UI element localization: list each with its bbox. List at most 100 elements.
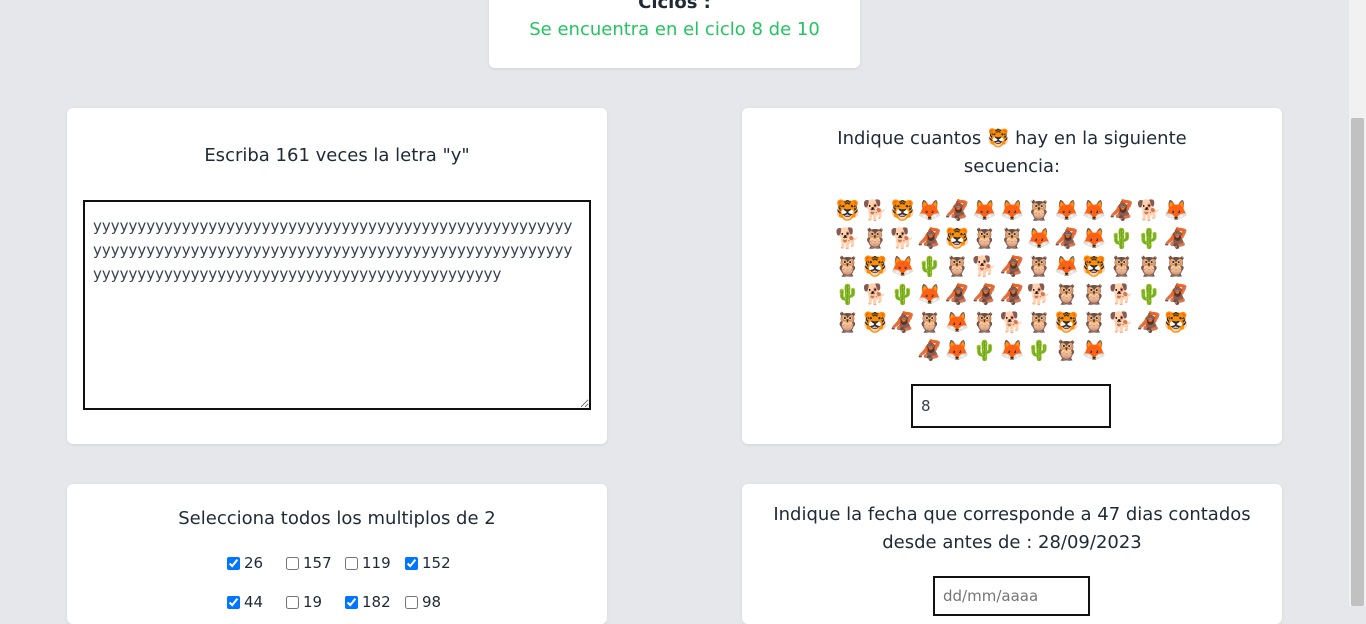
dog-icon: 🐕 <box>1136 198 1162 222</box>
orangutan-icon: 🦧 <box>972 282 998 306</box>
cycles-heading: Ciclos : <box>638 0 711 13</box>
owl-icon: 🦉 <box>999 226 1025 250</box>
multiple-option-44[interactable]: 44 <box>227 593 263 611</box>
cycle-status: Se encuentra en el ciclo 8 de 10 <box>529 19 820 40</box>
fox-icon: 🦊 <box>889 254 915 278</box>
multiple-option-182[interactable]: 182 <box>345 593 391 611</box>
dog-icon: 🐕 <box>1109 282 1134 306</box>
fox-icon: 🦊 <box>999 198 1025 222</box>
tiger-icon: 🐯 <box>1163 310 1189 334</box>
multiple-label: 19 <box>303 593 323 611</box>
tiger-icon: 🐯 <box>986 128 1010 149</box>
multiple-label: 152 <box>422 554 451 572</box>
orangutan-icon: 🦧 <box>1054 226 1080 250</box>
date-input[interactable] <box>933 576 1090 616</box>
count-task-card: Indique cuantos 🐯 hay en la siguiente se… <box>742 108 1282 444</box>
multiple-option-26[interactable]: 26 <box>227 554 263 572</box>
dog-icon: 🐕 <box>862 198 888 222</box>
owl-icon: 🦉 <box>1136 254 1162 278</box>
multiple-option-98[interactable]: 98 <box>405 593 441 611</box>
owl-icon: 🦉 <box>917 310 943 334</box>
dog-icon: 🐕 <box>1026 282 1052 306</box>
multiple-label: 44 <box>244 593 264 611</box>
fox-icon: 🦊 <box>917 198 943 222</box>
dog-icon: 🐕 <box>1109 310 1134 334</box>
dog-icon: 🐕 <box>999 310 1025 334</box>
owl-icon: 🦉 <box>1081 310 1107 334</box>
date-task-card: Indique la fecha que corresponde a 47 di… <box>742 484 1282 624</box>
multiple-checkbox[interactable] <box>227 556 240 570</box>
fox-icon: 🦊 <box>1026 226 1052 250</box>
fox-icon: 🦊 <box>917 282 943 306</box>
fox-icon: 🦊 <box>944 338 970 362</box>
multiple-option-19[interactable]: 19 <box>286 593 322 611</box>
count-title-before: Indique cuantos <box>837 128 987 149</box>
cactus-icon: 🌵 <box>1136 226 1162 250</box>
multiple-checkbox[interactable] <box>405 556 418 570</box>
multiple-option-119[interactable]: 119 <box>345 554 391 572</box>
owl-icon: 🦉 <box>1081 282 1107 306</box>
owl-icon: 🦉 <box>944 254 970 278</box>
owl-icon: 🦉 <box>972 310 998 334</box>
fox-icon: 🦊 <box>1081 198 1107 222</box>
multiple-option-152[interactable]: 152 <box>405 554 451 572</box>
dog-icon: 🐕 <box>835 226 861 250</box>
multiple-checkbox[interactable] <box>227 595 240 609</box>
page-scrollbar[interactable] <box>1349 0 1366 606</box>
multiple-checkbox[interactable] <box>345 556 358 570</box>
orangutan-icon: 🦧 <box>999 254 1025 278</box>
tiger-icon: 🐯 <box>889 198 915 222</box>
fox-icon: 🦊 <box>1081 338 1107 362</box>
cactus-icon: 🌵 <box>889 282 915 306</box>
orangutan-icon: 🦧 <box>917 226 943 250</box>
multiple-label: 119 <box>362 554 391 572</box>
tiger-icon: 🐯 <box>1081 254 1107 278</box>
dog-icon: 🐕 <box>972 254 998 278</box>
multiple-checkbox[interactable] <box>286 595 299 609</box>
multiples-task-card: Selecciona todos los multiplos de 2 26 15… <box>67 484 607 624</box>
orangutan-icon: 🦧 <box>1163 226 1189 250</box>
cactus-icon: 🌵 <box>835 282 861 306</box>
multiple-label: 182 <box>362 593 391 611</box>
fox-icon: 🦊 <box>1163 198 1189 222</box>
orangutan-icon: 🦧 <box>1163 282 1189 306</box>
orangutan-icon: 🦧 <box>1109 198 1134 222</box>
count-answer-input[interactable] <box>911 384 1111 428</box>
tiger-icon: 🐯 <box>862 254 888 278</box>
emoji-sequence: 🐯 🐕 🐯 🦊 🦧 🦊 🦊 🦉 🦊 🦊 🦧 🐕 🦊🐕 🦉 🐕 🦧 🐯 🦉 🦉 🦊 🦧 🦊 🌵 🌵 🦧🦉 🐯 🦊 🌵 🦉 🐕 🦧 🦉 🦊 🐯 🦉 🦉 🦉🌵… <box>822 196 1202 364</box>
fox-icon: 🦊 <box>1054 254 1080 278</box>
multiple-checkbox[interactable] <box>286 556 299 570</box>
owl-icon: 🦉 <box>1026 310 1052 334</box>
cactus-icon: 🌵 <box>972 338 998 362</box>
owl-icon: 🦉 <box>1163 254 1189 278</box>
owl-icon: 🦉 <box>1026 198 1052 222</box>
fox-icon: 🦊 <box>999 338 1025 362</box>
multiple-checkbox[interactable] <box>405 595 418 609</box>
orangutan-icon: 🦧 <box>944 282 970 306</box>
cycles-card: Ciclos : Se encuentra en el ciclo 8 de 1… <box>489 0 860 68</box>
owl-icon: 🦉 <box>1109 254 1134 278</box>
multiple-checkbox[interactable] <box>345 595 358 609</box>
orangutan-icon: 🦧 <box>944 198 970 222</box>
fox-icon: 🦊 <box>944 310 970 334</box>
cactus-icon: 🌵 <box>917 254 943 278</box>
owl-icon: 🦉 <box>835 254 861 278</box>
multiple-label: 98 <box>422 593 442 611</box>
scrollbar-thumb[interactable] <box>1351 118 1364 606</box>
tiger-icon: 🐯 <box>862 310 888 334</box>
multiple-option-157[interactable]: 157 <box>286 554 332 572</box>
owl-icon: 🦉 <box>862 226 888 250</box>
dog-icon: 🐕 <box>889 226 915 250</box>
letter-textarea[interactable]: yyyyyyyyyyyyyyyyyyyyyyyyyyyyyyyyyyyyyyyy… <box>83 200 591 410</box>
tiger-icon: 🐯 <box>835 198 861 222</box>
owl-icon: 🦉 <box>835 310 861 334</box>
tiger-icon: 🐯 <box>944 226 970 250</box>
multiple-label: 26 <box>244 554 264 572</box>
cactus-icon: 🌵 <box>1026 338 1052 362</box>
owl-icon: 🦉 <box>972 226 998 250</box>
fox-icon: 🦊 <box>972 198 998 222</box>
multiple-label: 157 <box>303 554 332 572</box>
owl-icon: 🦉 <box>1054 338 1080 362</box>
orangutan-icon: 🦧 <box>1136 310 1162 334</box>
letter-task-card: Escriba 161 veces la letra "y" yyyyyyyyy… <box>67 108 607 444</box>
